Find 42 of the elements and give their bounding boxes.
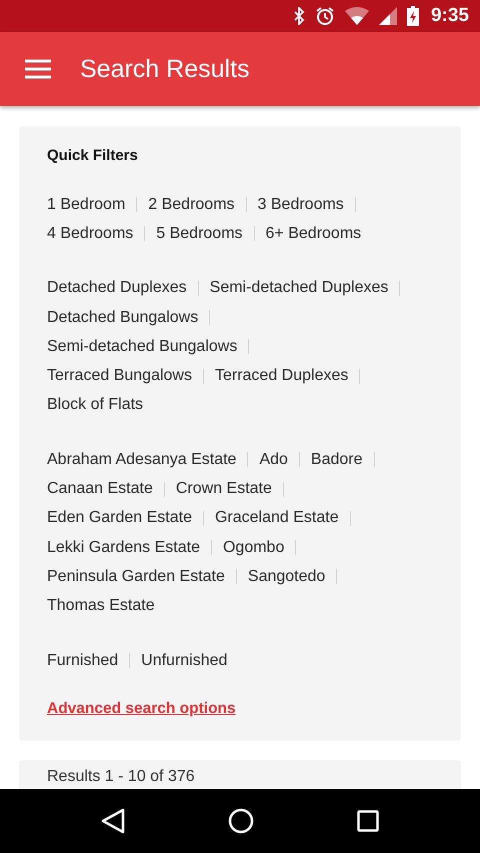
filter-link[interactable]: Thomas Estate (47, 597, 155, 616)
bluetooth-icon (292, 7, 305, 25)
filter-link[interactable]: 3 Bedrooms (258, 196, 344, 214)
filter-link[interactable]: Detached Duplexes (47, 279, 187, 298)
filter-link[interactable]: Eden Garden Estate (47, 509, 192, 528)
filter-link[interactable]: Furnished (47, 652, 118, 670)
filter-link[interactable]: 5 Bedrooms (156, 224, 243, 243)
filter-link[interactable]: 2 Bedrooms (148, 196, 235, 214)
status-time: 9:35 (430, 5, 469, 27)
filter-link[interactable]: Peninsula Garden Estate (47, 568, 225, 586)
filter-link[interactable]: Badore (310, 450, 363, 469)
filter-link[interactable]: Lekki Gardens Estate (47, 538, 200, 557)
wifi-icon (344, 7, 369, 25)
alarm-icon (314, 6, 335, 26)
filter-link[interactable]: Semi-detached Duplexes (210, 279, 388, 298)
filter-link[interactable]: Unfurnished (141, 652, 228, 670)
filter-link[interactable]: Sangotedo (248, 568, 326, 586)
filter-link[interactable]: Block of Flats (47, 396, 144, 414)
menu-button[interactable] (25, 59, 51, 79)
filter-link[interactable]: Ado (259, 450, 288, 469)
signal-icon (378, 7, 397, 25)
filter-link[interactable]: Graceland Estate (214, 509, 339, 528)
filter-link[interactable]: 4 Bedrooms (47, 224, 134, 243)
results-summary: Results 1 - 10 of 376 (47, 768, 195, 786)
filter-link[interactable]: Canaan Estate (47, 480, 153, 498)
filter-link[interactable]: Abraham Adesanya Estate (47, 450, 236, 469)
filter-link[interactable]: Semi-detached Bungalows (47, 338, 238, 356)
filter-link[interactable]: 1 Bedroom (47, 196, 126, 214)
advanced-search-link[interactable]: Advanced search options (47, 700, 236, 718)
filter-link[interactable]: Terraced Duplexes (214, 367, 348, 386)
filter-link[interactable]: Detached Bungalows (47, 308, 198, 327)
filter-link[interactable]: Ogombo (222, 538, 284, 557)
filter-link[interactable]: Terraced Bungalows (47, 367, 192, 386)
filter-link[interactable]: 6+ Bedrooms (266, 224, 362, 243)
quick-filters-title: Quick Filters (47, 147, 139, 164)
home-icon[interactable] (228, 808, 254, 834)
battery-charging-icon (406, 6, 419, 26)
back-icon[interactable] (101, 808, 126, 834)
app-bar-title: Search Results (80, 54, 250, 84)
recents-icon[interactable] (356, 810, 379, 832)
filter-link[interactable]: Crown Estate (176, 480, 272, 498)
menu-icon (25, 59, 51, 79)
